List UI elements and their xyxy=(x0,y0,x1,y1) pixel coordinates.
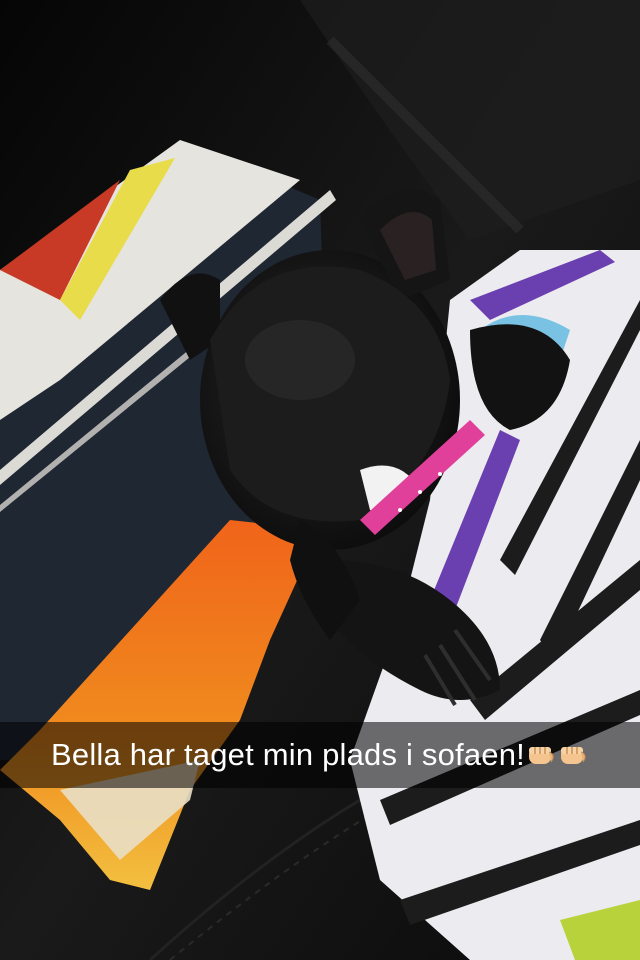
snap-caption-bar: Bella har taget min plads i sofaen! xyxy=(0,722,640,788)
fist-bump-icon xyxy=(561,747,586,764)
snap-photo: Bella har taget min plads i sofaen! xyxy=(0,0,640,960)
fist-bump-icon xyxy=(529,747,554,764)
photo-scene xyxy=(0,0,640,960)
snap-caption-text: Bella har taget min plads i sofaen! xyxy=(51,737,525,772)
